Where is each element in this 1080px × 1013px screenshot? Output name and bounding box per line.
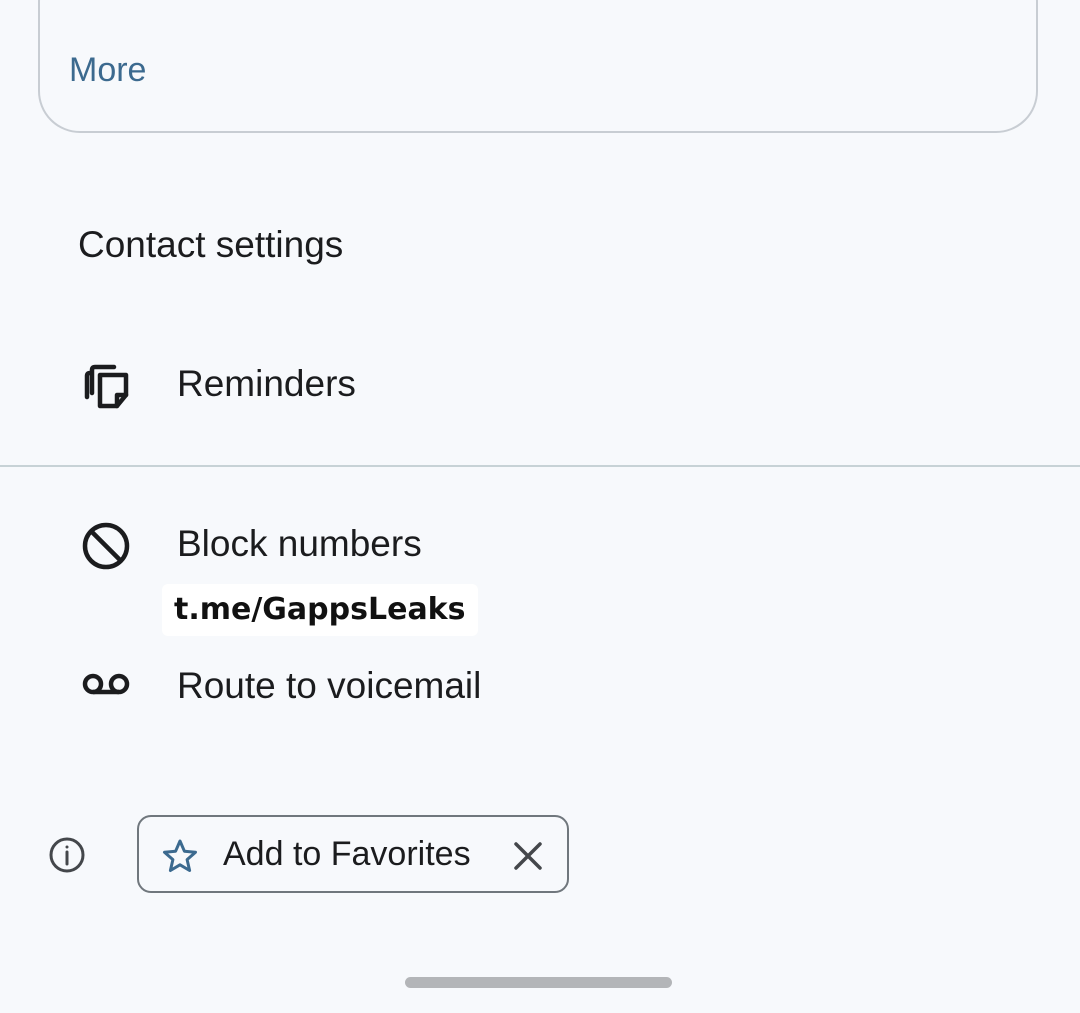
route-to-voicemail-item[interactable]: Route to voicemail <box>0 652 1080 722</box>
add-to-favorites-chip[interactable]: Add to Favorites <box>137 815 569 893</box>
block-icon <box>78 518 134 574</box>
close-icon[interactable] <box>509 837 547 875</box>
block-numbers-item[interactable]: Block numbers <box>0 512 1080 582</box>
reminders-label: Reminders <box>177 363 356 404</box>
add-to-favorites-label: Add to Favorites <box>223 835 471 873</box>
details-card <box>38 0 1038 133</box>
voicemail-icon <box>78 656 134 712</box>
section-title: Contact settings <box>78 224 344 265</box>
divider <box>0 465 1080 467</box>
info-icon[interactable] <box>48 836 86 874</box>
reminders-icon <box>78 357 134 413</box>
more-link[interactable]: More <box>69 50 146 90</box>
star-icon <box>161 837 199 875</box>
watermark-text: t.me/GappsLeaks <box>162 584 478 636</box>
block-numbers-label: Block numbers <box>177 523 422 564</box>
reminders-item[interactable]: Reminders <box>0 352 1080 422</box>
route-to-voicemail-label: Route to voicemail <box>177 665 482 706</box>
home-indicator[interactable] <box>405 977 672 988</box>
